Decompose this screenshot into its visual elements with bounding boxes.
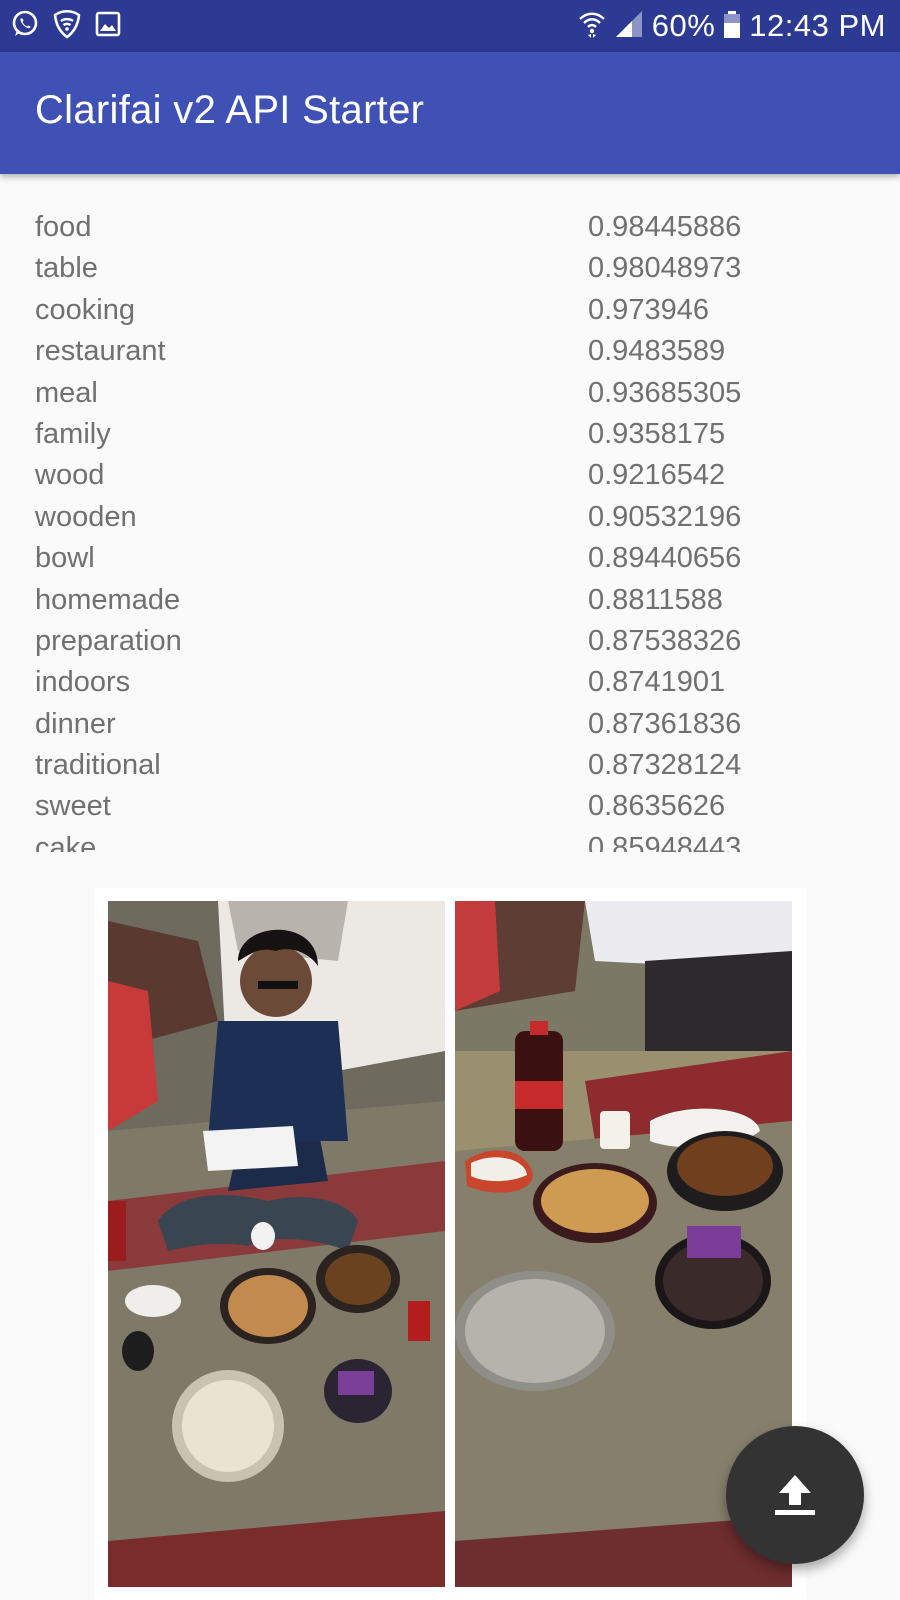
result-row: preparation 0.87538326 xyxy=(0,622,900,663)
status-time: 12:43 PM xyxy=(749,8,886,43)
result-concept-name: wooden xyxy=(35,500,137,533)
result-confidence-score: 0.9483589 xyxy=(588,335,726,368)
result-confidence-score: 0.85948443 xyxy=(588,831,742,852)
result-concept-name: food xyxy=(35,211,92,243)
result-confidence-score: 0.8811588 xyxy=(588,583,723,616)
result-confidence-score: 0.9358175 xyxy=(588,417,726,450)
result-row: indoors 0.8741901 xyxy=(0,663,900,704)
result-confidence-score: 0.98048973 xyxy=(588,252,742,285)
result-row: restaurant 0.9483589 xyxy=(0,332,900,373)
result-confidence-score: 0.8741901 xyxy=(588,666,726,699)
result-concept-name: traditional xyxy=(35,749,161,782)
upload-icon xyxy=(767,1465,823,1526)
selected-photo xyxy=(94,888,806,1600)
result-row: family 0.9358175 xyxy=(0,415,900,456)
result-concept-name: meal xyxy=(35,376,98,409)
result-row: food 0.98445886 xyxy=(0,208,900,249)
result-confidence-score: 0.93685305 xyxy=(588,376,742,409)
app-title: Clarifai v2 API Starter xyxy=(35,88,425,132)
photo-left-image xyxy=(108,901,445,1587)
result-confidence-score: 0.9216542 xyxy=(588,459,726,492)
result-row: cooking 0.973946 xyxy=(0,291,900,332)
result-concept-name: cooking xyxy=(35,293,135,326)
photo-left-panel xyxy=(108,901,445,1587)
result-row: sweet 0.8635626 xyxy=(0,787,900,828)
result-confidence-score: 0.973946 xyxy=(588,293,709,326)
result-concept-name: wood xyxy=(35,459,105,492)
battery-percent: 60% xyxy=(651,8,716,43)
result-row: cake 0.85948443 xyxy=(0,829,900,852)
result-concept-name: bowl xyxy=(35,542,95,575)
result-concept-name: family xyxy=(35,417,111,450)
result-confidence-score: 0.98445886 xyxy=(588,211,742,243)
result-row: table 0.98048973 xyxy=(0,249,900,290)
result-concept-name: dinner xyxy=(35,707,116,740)
result-concept-name: restaurant xyxy=(35,335,166,368)
result-confidence-score: 0.87361836 xyxy=(588,707,742,740)
wifi-icon xyxy=(578,9,606,44)
result-concept-name: sweet xyxy=(35,790,111,823)
gallery-image-icon xyxy=(94,10,122,43)
result-confidence-score: 0.87328124 xyxy=(588,749,742,782)
status-notification-icons xyxy=(10,9,122,44)
result-row: homemade 0.8811588 xyxy=(0,581,900,622)
result-confidence-score: 0.89440656 xyxy=(588,542,742,575)
result-concept-name: indoors xyxy=(35,666,131,699)
result-concept-name: cake xyxy=(35,831,97,852)
result-row: meal 0.93685305 xyxy=(0,374,900,415)
result-row: wood 0.9216542 xyxy=(0,456,900,497)
result-confidence-score: 0.90532196 xyxy=(588,500,742,533)
result-row: bowl 0.89440656 xyxy=(0,539,900,580)
result-confidence-score: 0.8635626 xyxy=(588,790,726,823)
result-concept-name: preparation xyxy=(35,624,182,657)
result-concept-name: table xyxy=(35,252,98,285)
app-bar: Clarifai v2 API Starter xyxy=(0,52,900,174)
whatsapp-icon xyxy=(10,9,40,44)
status-bar: 60% 12:43 PM xyxy=(0,0,900,52)
result-row: traditional 0.87328124 xyxy=(0,746,900,787)
status-system-indicators: 60% 12:43 PM xyxy=(578,8,886,44)
result-row: wooden 0.90532196 xyxy=(0,498,900,539)
upload-fab-button[interactable] xyxy=(726,1426,864,1564)
result-row: dinner 0.87361836 xyxy=(0,705,900,746)
prediction-results-list[interactable]: food 0.98445886 table 0.98048973 cooking 0.97… xyxy=(0,208,900,852)
result-concept-name: homemade xyxy=(35,583,181,616)
vpn-shield-icon xyxy=(52,9,82,44)
result-confidence-score: 0.87538326 xyxy=(588,624,742,657)
cell-signal-icon xyxy=(614,9,644,44)
battery-icon xyxy=(723,9,741,44)
